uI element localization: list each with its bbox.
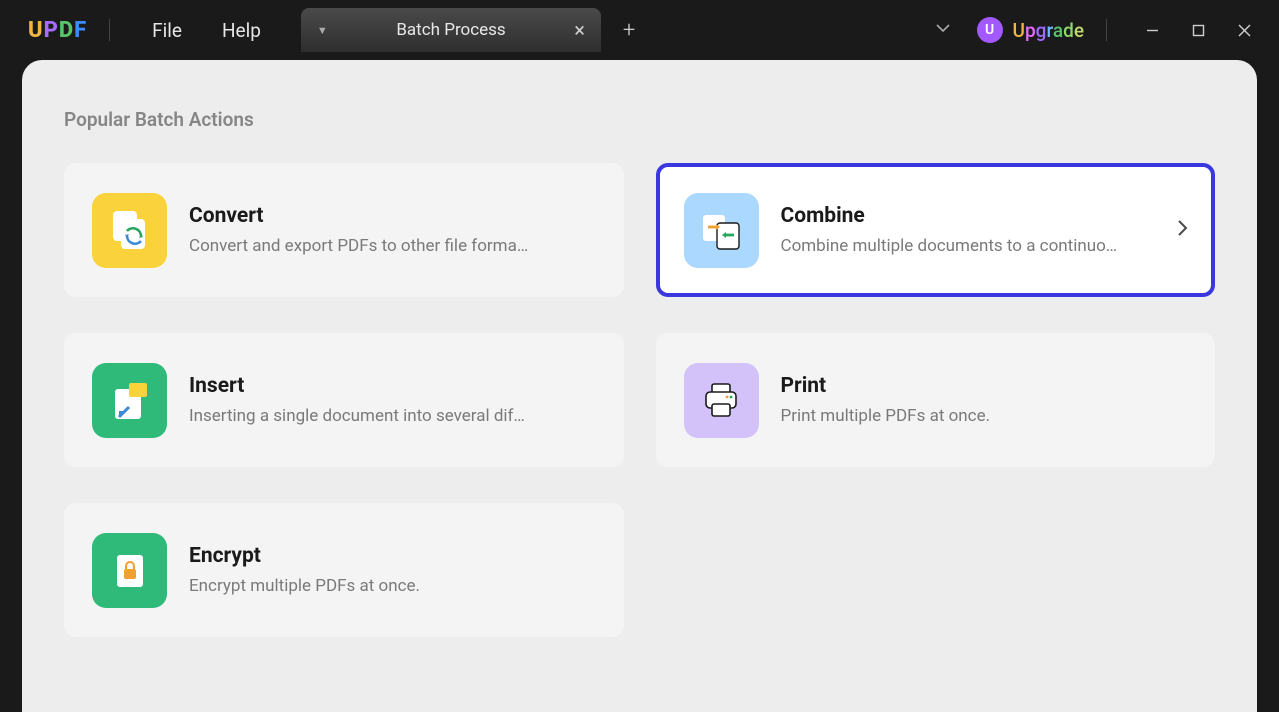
window-minimize-button[interactable] xyxy=(1129,12,1175,48)
card-body: Convert Convert and export PDFs to other… xyxy=(189,204,598,256)
card-insert[interactable]: Insert Inserting a single document into … xyxy=(64,333,624,467)
tab-strip: ▼ Batch Process × + xyxy=(301,8,657,52)
convert-icon xyxy=(92,193,167,268)
card-description: Convert and export PDFs to other file fo… xyxy=(189,236,598,256)
card-title: Convert xyxy=(189,204,598,228)
card-description: Combine multiple documents to a continuo… xyxy=(781,236,1164,256)
card-title: Insert xyxy=(189,374,598,398)
section-title: Popular Batch Actions xyxy=(64,108,1215,131)
tab-label: Batch Process xyxy=(344,20,558,40)
tab-batch-process[interactable]: ▼ Batch Process × xyxy=(301,8,601,52)
window-maximize-button[interactable] xyxy=(1175,12,1221,48)
tab-dropdown-icon[interactable]: ▼ xyxy=(317,24,328,37)
card-body: Print Print multiple PDFs at once. xyxy=(781,374,1190,426)
upgrade-button[interactable]: Upgrade xyxy=(1013,19,1084,42)
separator xyxy=(109,19,110,41)
card-description: Print multiple PDFs at once. xyxy=(781,406,1190,426)
encrypt-icon xyxy=(92,533,167,608)
print-icon xyxy=(684,363,759,438)
card-description: Encrypt multiple PDFs at once. xyxy=(189,576,598,596)
content-area: Popular Batch Actions Convert Convert an… xyxy=(22,60,1257,712)
user-avatar[interactable]: U xyxy=(977,17,1003,43)
window-close-button[interactable] xyxy=(1221,12,1267,48)
card-title: Print xyxy=(781,374,1190,398)
title-bar: UPDF File Help ▼ Batch Process × + U Upg… xyxy=(0,0,1279,60)
insert-icon xyxy=(92,363,167,438)
separator xyxy=(1106,19,1107,41)
tab-close-icon[interactable]: × xyxy=(574,20,585,40)
card-convert[interactable]: Convert Convert and export PDFs to other… xyxy=(64,163,624,297)
card-combine[interactable]: Combine Combine multiple documents to a … xyxy=(656,163,1216,297)
app-logo: UPDF xyxy=(28,18,87,43)
dropdown-icon[interactable] xyxy=(909,20,977,40)
card-print[interactable]: Print Print multiple PDFs at once. xyxy=(656,333,1216,467)
new-tab-button[interactable]: + xyxy=(601,18,657,43)
chevron-right-icon xyxy=(1177,219,1189,241)
card-title: Encrypt xyxy=(189,544,598,568)
card-title: Combine xyxy=(781,204,1164,228)
cards-grid: Convert Convert and export PDFs to other… xyxy=(64,163,1215,637)
header-right: U Upgrade xyxy=(909,12,1279,48)
card-encrypt[interactable]: Encrypt Encrypt multiple PDFs at once. xyxy=(64,503,624,637)
menu-file[interactable]: File xyxy=(132,19,202,42)
menu-help[interactable]: Help xyxy=(202,19,281,42)
card-body: Encrypt Encrypt multiple PDFs at once. xyxy=(189,544,598,596)
card-body: Insert Inserting a single document into … xyxy=(189,374,598,426)
combine-icon xyxy=(684,193,759,268)
card-body: Combine Combine multiple documents to a … xyxy=(781,204,1164,256)
card-description: Inserting a single document into several… xyxy=(189,406,598,426)
